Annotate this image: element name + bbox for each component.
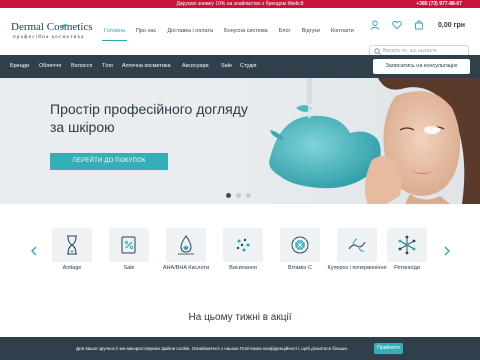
- hero-image: [200, 78, 480, 204]
- cookie-banner: Для вашої зручності ми використовуємо фа…: [0, 337, 480, 360]
- cookie-text: Для вашої зручності ми використовуємо фа…: [76, 346, 349, 351]
- nav-item-contacts[interactable]: Контакти: [331, 28, 354, 37]
- chevron-right-icon[interactable]: [443, 246, 451, 256]
- logo-title: Dermal Cosmetics: [11, 21, 93, 33]
- nav-item-reviews[interactable]: Відгуки: [302, 28, 320, 37]
- category-card-label: Вітамін С: [288, 265, 312, 271]
- search-icon[interactable]: [374, 48, 381, 55]
- hourglass-icon: [67, 235, 77, 255]
- category-card-acids[interactable]: AHA/BHA Кислоти: [163, 228, 209, 288]
- hero-banner: Простір професійного догляду за шкірою П…: [0, 78, 480, 204]
- category-card-image: [52, 228, 92, 262]
- leaf-icon: [61, 24, 67, 28]
- search-input[interactable]: [383, 47, 467, 55]
- nav-item-delivery[interactable]: Доставка і оплата: [167, 28, 213, 37]
- category-card-couperose[interactable]: Купероз і почервоніння: [328, 228, 386, 288]
- heart-icon[interactable]: [392, 20, 402, 30]
- category-card-image: [223, 228, 263, 262]
- capillaries-icon: [348, 238, 366, 252]
- nav-item-bonus[interactable]: Бонусна система: [224, 28, 268, 37]
- category-accessories[interactable]: Аксесуари: [182, 55, 209, 78]
- category-card-rashes[interactable]: Висипання: [223, 228, 263, 288]
- shop-now-button[interactable]: ПЕРЕЙТИ ДО ПОКУПОК: [50, 153, 168, 170]
- slider-dot-1[interactable]: [226, 193, 231, 198]
- user-icon[interactable]: [370, 20, 380, 30]
- nav-item-blog[interactable]: Блог: [279, 28, 291, 37]
- category-brands[interactable]: Бренди: [10, 55, 29, 78]
- category-card-vitamin-c[interactable]: Вітамін С: [280, 228, 320, 288]
- promo-text[interactable]: Даруємо знижку 10% на знайомство з бренд…: [0, 0, 480, 8]
- vitamin-c-icon: [291, 236, 309, 254]
- category-card-label: Ретиноїди: [394, 265, 420, 271]
- category-card-label: Висипання: [229, 265, 257, 271]
- dots-icon: [236, 238, 250, 252]
- cart-icon[interactable]: [414, 20, 424, 30]
- category-studio[interactable]: Студія: [240, 55, 257, 78]
- category-pharmacy[interactable]: Аптечна косметика: [122, 55, 171, 78]
- category-card-retinoids[interactable]: Ретиноїди: [387, 228, 427, 288]
- slider-dot-2[interactable]: [236, 193, 241, 198]
- category-card-image: [166, 228, 206, 262]
- category-bar: Бренди Обличчя Волосся Тіло Аптечна косм…: [0, 55, 480, 78]
- accept-cookies-button[interactable]: Прийняти: [374, 343, 403, 354]
- category-card-image: [280, 228, 320, 262]
- chevron-left-icon[interactable]: [30, 246, 38, 256]
- category-carousel: Antiage Sale AHA/BHA Кислоти Висипання В…: [0, 204, 480, 304]
- nav-item-home[interactable]: Головна: [102, 28, 127, 41]
- promo-bar: Даруємо знижку 10% на знайомство з бренд…: [0, 0, 480, 8]
- hero-title: Простір професійного догляду за шкірою: [50, 101, 248, 135]
- category-card-image: [109, 228, 149, 262]
- consultation-button[interactable]: Записатись на консультацію: [373, 59, 470, 74]
- slider-dot-3[interactable]: [246, 193, 251, 198]
- category-card-label: Sale: [123, 265, 135, 271]
- header: Dermal Cosmetics професійна косметика Го…: [0, 8, 480, 57]
- category-face[interactable]: Обличчя: [39, 55, 61, 78]
- molecule-icon: [398, 235, 416, 255]
- promo-phone[interactable]: +380 (73) 977-88-07: [416, 0, 462, 8]
- category-sale[interactable]: Sale: [221, 55, 232, 78]
- main-nav: Головна Про нас Доставка і оплата Бонусн…: [102, 28, 365, 41]
- nav-item-about[interactable]: Про нас: [136, 28, 156, 37]
- category-card-image: [337, 228, 377, 262]
- category-body[interactable]: Тіло: [102, 55, 113, 78]
- cart-total[interactable]: 0,00 грн: [438, 22, 465, 29]
- category-card-antiage[interactable]: Antiage: [52, 228, 92, 288]
- sale-tag-icon: [121, 236, 136, 254]
- category-card-image: [387, 228, 427, 262]
- category-hair[interactable]: Волосся: [71, 55, 92, 78]
- logo[interactable]: Dermal Cosmetics професійна косметика: [11, 21, 99, 51]
- category-card-sale[interactable]: Sale: [109, 228, 149, 288]
- header-icons: 0,00 грн: [368, 20, 478, 34]
- category-card-label: AHA/BHA Кислоти: [162, 265, 210, 271]
- weekly-sale-title: На цьому тижні в акції: [188, 312, 292, 323]
- category-card-label: Antiage: [62, 265, 82, 271]
- logo-subtitle: професійна косметика: [13, 35, 85, 40]
- drop-icon: [178, 235, 194, 255]
